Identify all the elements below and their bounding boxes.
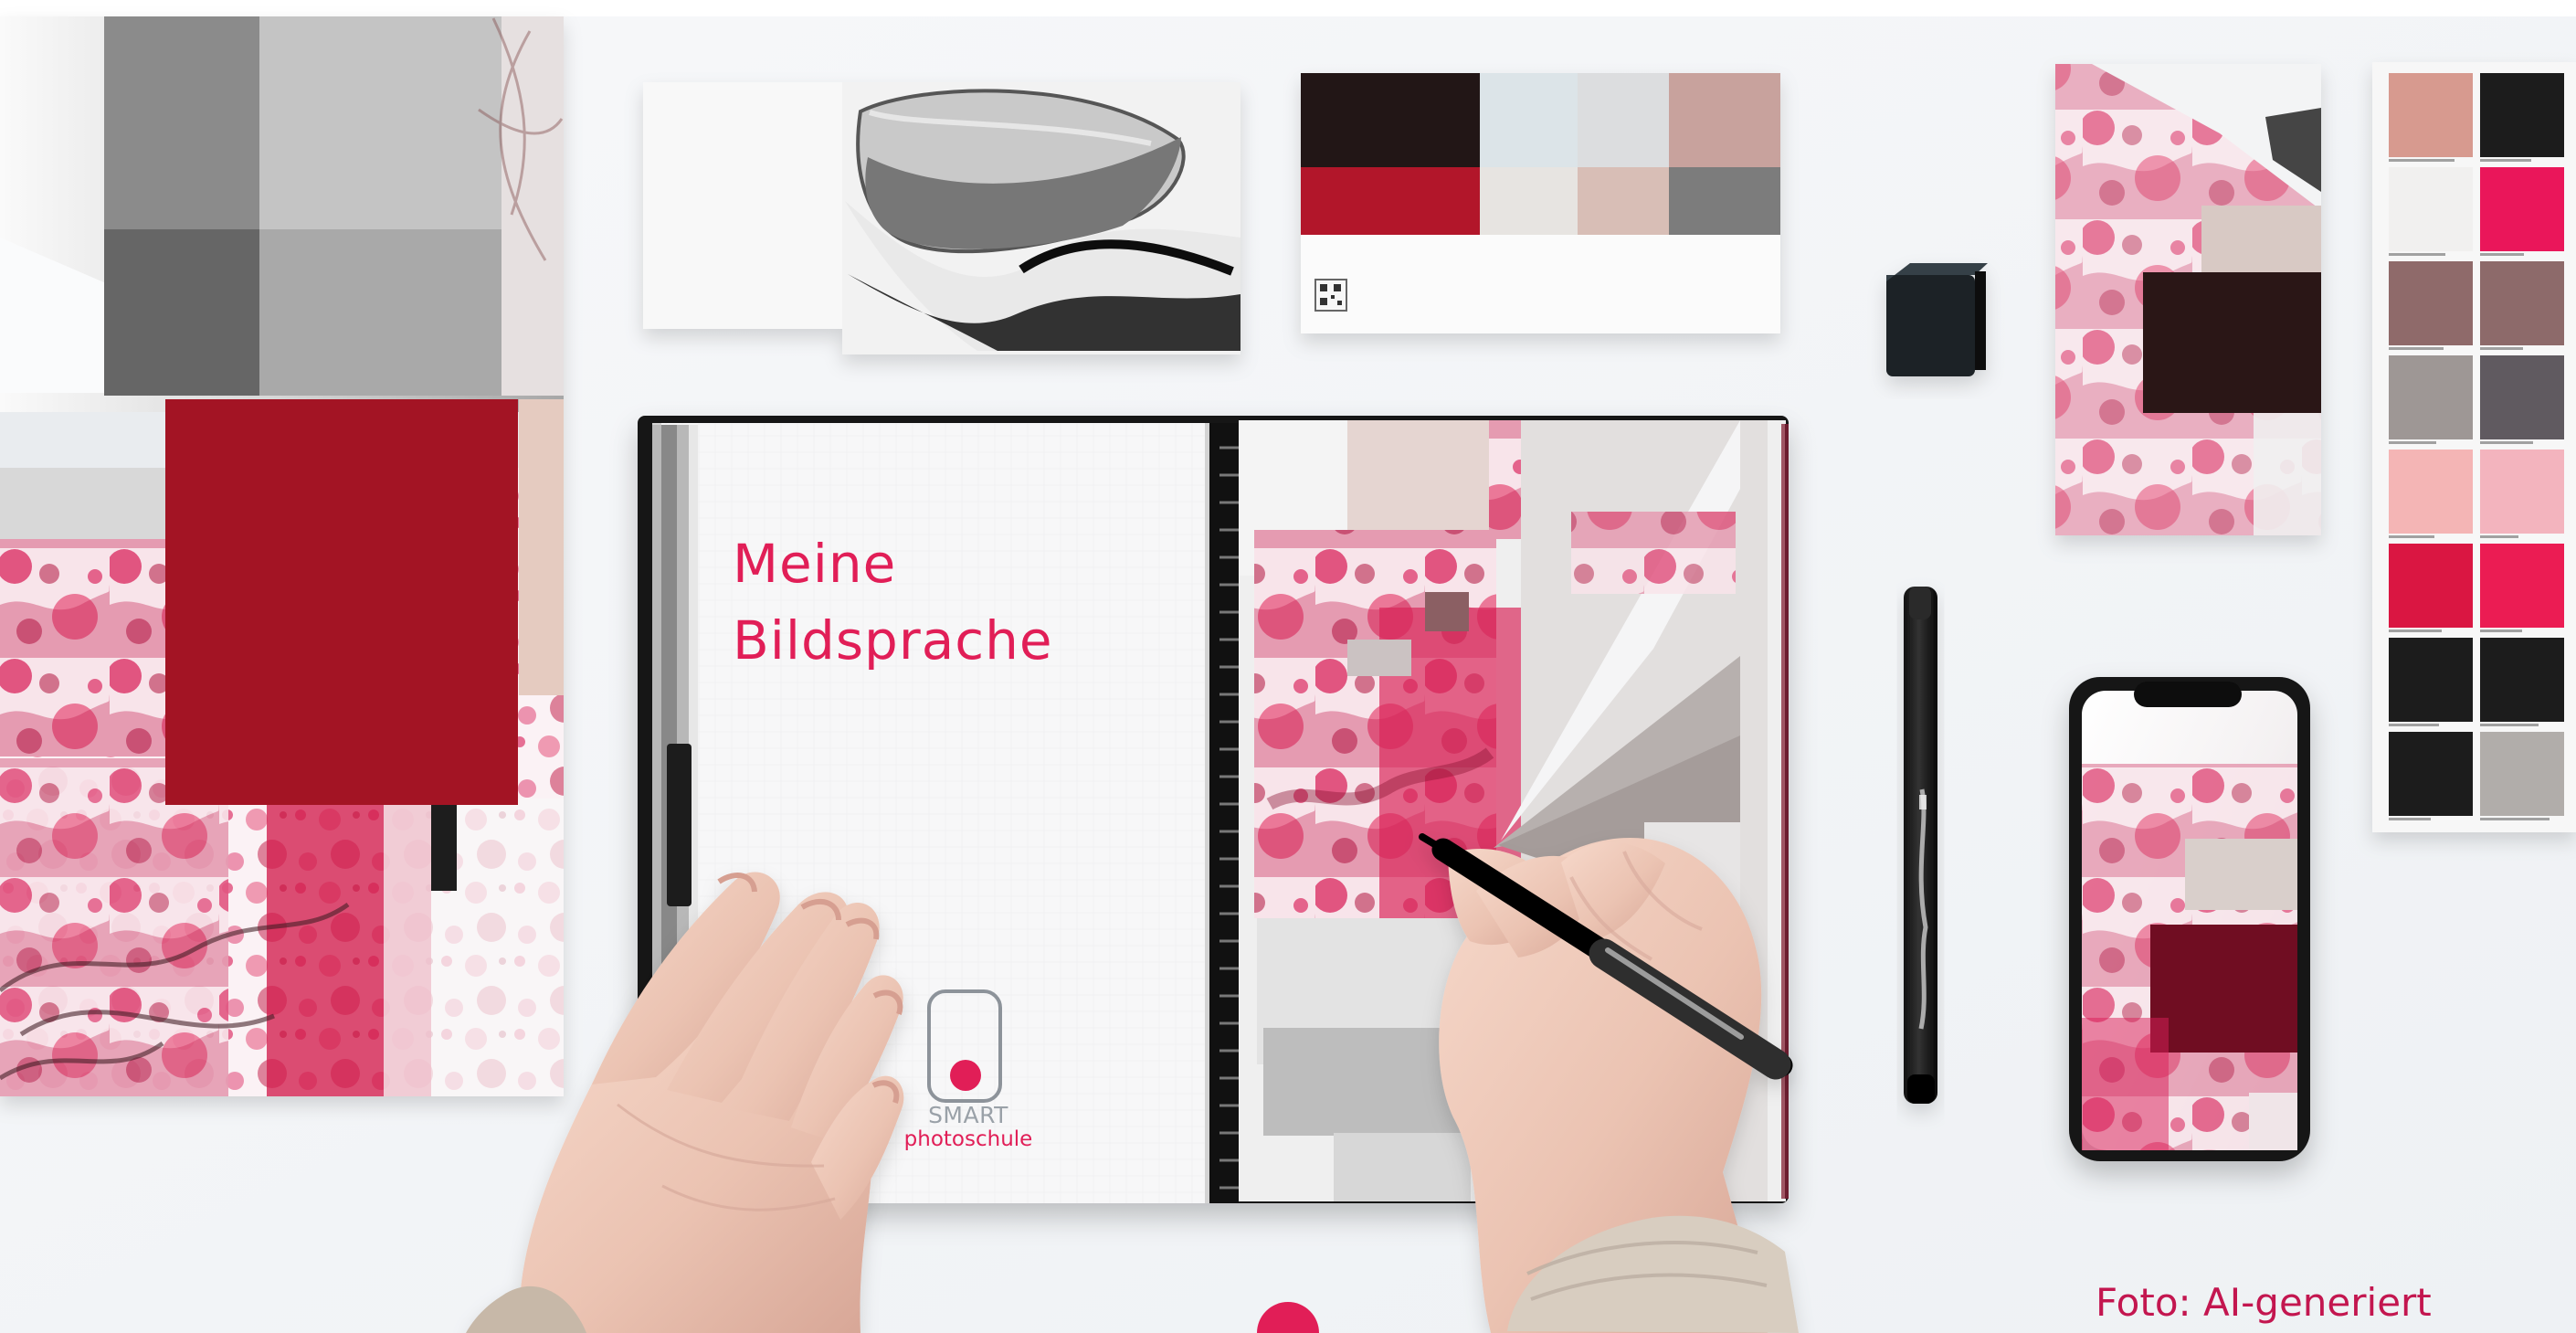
off-white-swatch [1480, 167, 1578, 235]
ai-generated-moodboard-photo [0, 0, 2576, 1333]
qr-code-icon [1314, 279, 1347, 312]
blush-swatch [1578, 167, 1669, 235]
logo-brand: SMART [928, 1102, 1008, 1128]
phone-icon [2069, 677, 2310, 1161]
notebook-title-line-1: Meine [733, 533, 897, 595]
black-marker-pen [1904, 587, 1937, 1104]
monochrome-photo-card [643, 82, 1240, 354]
photo-credit-caption: Foto: AI-generiert [2096, 1284, 2432, 1325]
red-abstract-print [2055, 64, 2321, 535]
dusty-rose-swatch [1669, 73, 1780, 167]
red-dot-logo-icon [950, 1060, 981, 1091]
light-grey-swatch [1578, 73, 1669, 167]
notebook-title-line-2: Bildsprache [733, 609, 1053, 672]
dark-brown-swatch [1301, 73, 1480, 167]
logo-text: SMART photoschule [900, 1104, 1037, 1150]
red-swatch [1301, 167, 1480, 235]
pale-blue-swatch [1480, 73, 1578, 167]
color-swatch-card [1301, 73, 1780, 333]
crimson-color-block [165, 399, 518, 805]
left-red-grey-collage [0, 16, 564, 1096]
vertical-palette-strip [2372, 62, 2576, 832]
grey-swatch [1669, 167, 1780, 235]
notebook-title: Meine Bildsprache [733, 525, 1189, 679]
top-white-border [0, 0, 2576, 16]
black-cube-object [1886, 263, 1988, 376]
elastic-band [667, 744, 692, 906]
logo-school: photoschule [903, 1127, 1033, 1151]
dark-red-swatch [2143, 272, 2321, 413]
